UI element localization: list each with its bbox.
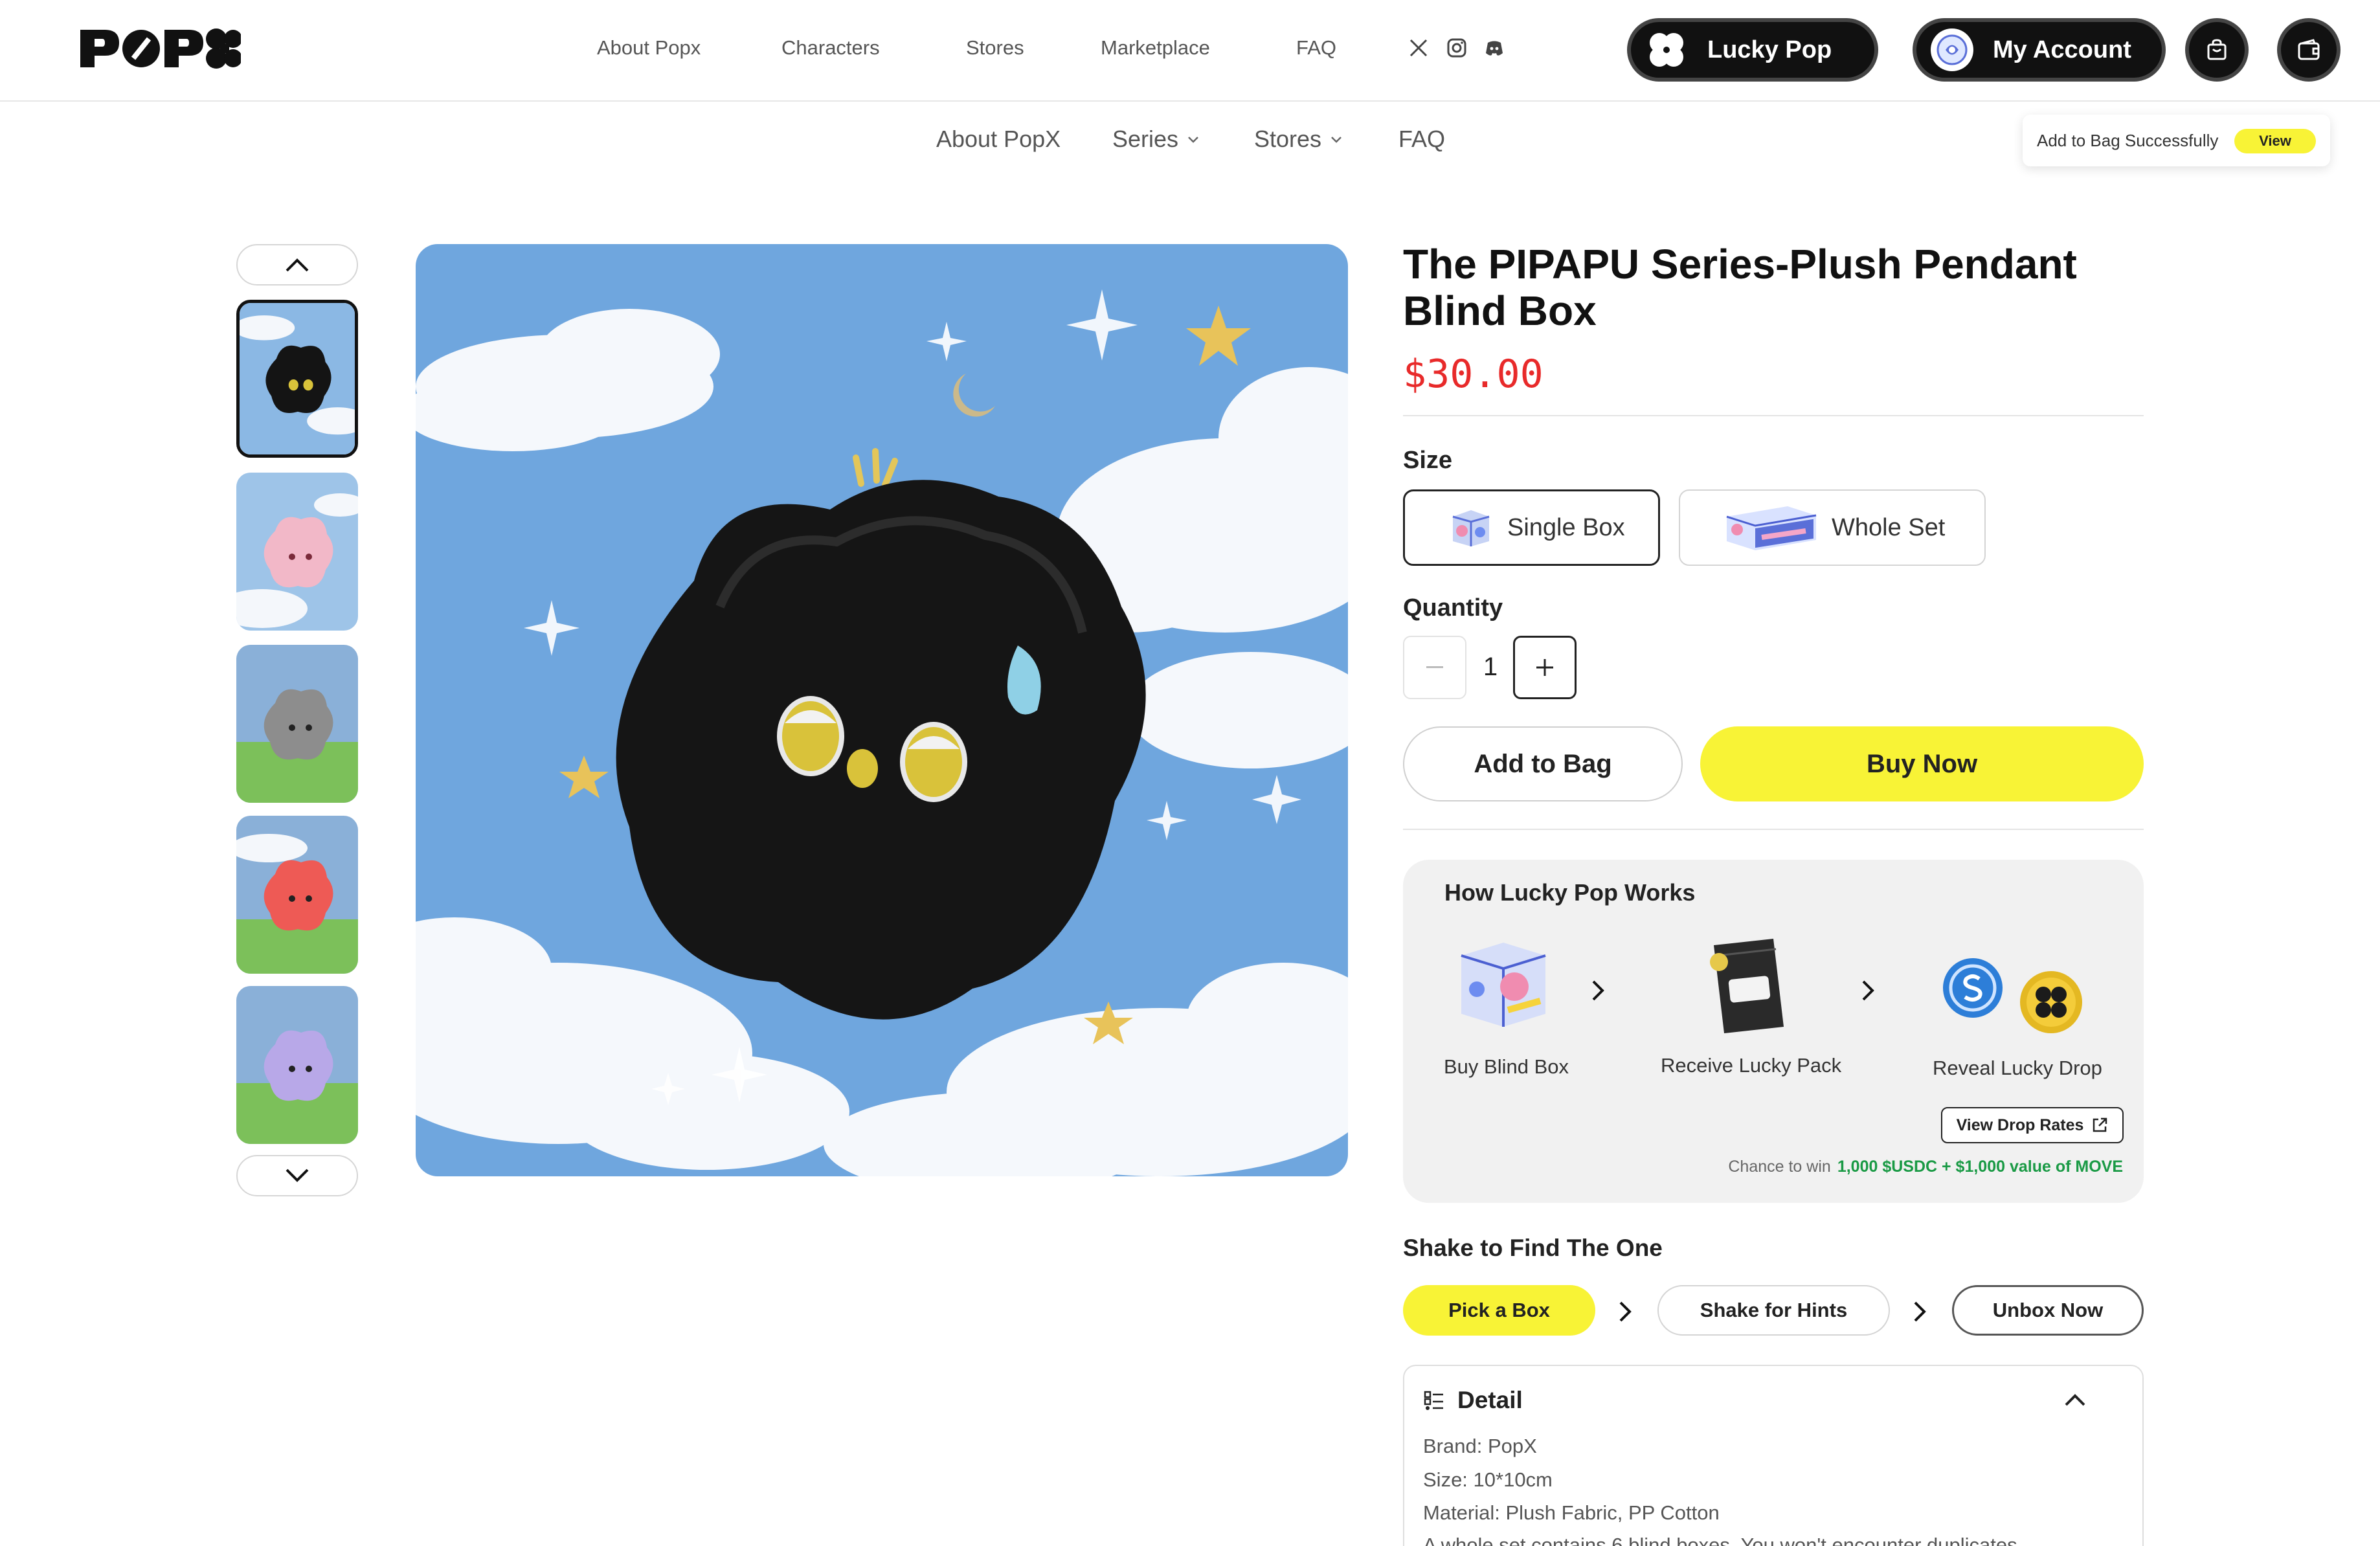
chance-prize: 1,000 $USDC + $1,000 value of MOVE <box>1837 1158 2123 1176</box>
subnav-series[interactable]: Series <box>1112 126 1200 153</box>
chevron-right-icon <box>1619 1301 1632 1322</box>
subnav-about-popx[interactable]: About PopX <box>936 126 1061 153</box>
popx-logo-mark <box>80 28 242 69</box>
chance-label: Chance to win <box>1728 1158 1831 1176</box>
step-buy-blind-box: Buy Blind Box <box>1444 1055 1569 1078</box>
view-drop-rates-button[interactable]: View Drop Rates <box>1941 1107 2124 1143</box>
quantity-decrease-button[interactable] <box>1403 636 1466 699</box>
chevron-up-icon <box>286 258 309 272</box>
nav-characters[interactable]: Characters <box>781 36 880 60</box>
instagram-icon[interactable] <box>1446 38 1467 58</box>
add-to-bag-button[interactable]: Add to Bag <box>1403 726 1683 801</box>
minus-icon <box>1426 666 1443 668</box>
size-option-whole-set-label: Whole Set <box>1832 513 1946 541</box>
wallet-button[interactable] <box>2277 18 2341 82</box>
thumbnail-gray[interactable] <box>236 645 358 803</box>
usdc-coin-icon <box>1943 958 2003 1018</box>
step-receive-lucky-pack: Receive Lucky Pack <box>1661 1054 1842 1077</box>
buy-now-button[interactable]: Buy Now <box>1700 726 2144 801</box>
chevron-right-icon <box>1862 980 1874 1001</box>
thumbnail-red[interactable] <box>236 816 358 974</box>
chance-to-win-text: Chance to win 1,000 $USDC + $1,000 value … <box>1728 1158 2123 1176</box>
add-to-bag-toast: Add to Bag Successfully View <box>2023 115 2330 166</box>
single-box-image <box>1452 510 1490 546</box>
thumbnail-pink-image <box>236 473 358 631</box>
chevron-right-icon <box>1914 1301 1926 1322</box>
detail-material: Material: Plush Fabric, PP Cotton <box>1423 1501 1720 1524</box>
lucky-pop-label: Lucky Pop <box>1707 36 1832 63</box>
thumbnail-black[interactable] <box>236 300 358 458</box>
toast-message: Add to Bag Successfully <box>2037 130 2219 150</box>
nav-about-popx[interactable]: About Popx <box>597 36 701 60</box>
detail-size: Size: 10*10cm <box>1423 1468 1553 1491</box>
list-icon <box>1424 1391 1443 1410</box>
thumbnail-purple-image <box>236 986 358 1144</box>
subnav-stores-label: Stores <box>1254 126 1322 152</box>
shake-section-title: Shake to Find The One <box>1403 1235 1663 1261</box>
lucky-pop-icon <box>1645 28 1688 71</box>
nav-stores[interactable]: Stores <box>966 36 1024 60</box>
shopping-bag-icon <box>2207 39 2227 60</box>
wallet-icon <box>2298 39 2320 60</box>
chevron-right-icon <box>1592 980 1604 1001</box>
divider <box>1403 829 2144 830</box>
x-icon[interactable] <box>1408 38 1429 58</box>
detail-panel: Detail Brand: PopX Size: 10*10cm Materia… <box>1403 1365 2144 1546</box>
subnav-series-label: Series <box>1112 126 1179 152</box>
external-link-icon <box>2093 1117 2107 1132</box>
chevron-down-icon <box>1188 137 1198 143</box>
popx-logo[interactable] <box>79 26 242 71</box>
size-option-single-box[interactable]: Single Box <box>1403 489 1660 566</box>
divider <box>1403 415 2144 416</box>
top-header: About Popx Characters Stores Marketplace… <box>0 0 2380 102</box>
thumbnail-scroll-down-button[interactable] <box>236 1155 358 1196</box>
chevron-down-icon <box>286 1169 309 1182</box>
size-option-whole-set[interactable]: Whole Set <box>1679 489 1986 566</box>
unbox-now-button[interactable]: Unbox Now <box>1952 1285 2144 1336</box>
size-option-single-box-label: Single Box <box>1507 513 1625 541</box>
chevron-up-icon[interactable] <box>2063 1393 2087 1407</box>
avatar <box>1931 28 1973 71</box>
blind-box-icon <box>1461 943 1546 1027</box>
my-account-label: My Account <box>1993 36 2131 63</box>
step-reveal-lucky-drop: Reveal Lucky Drop <box>1933 1057 2102 1079</box>
thumbnail-purple[interactable] <box>236 986 358 1144</box>
how-lucky-pop-works-title: How Lucky Pop Works <box>1444 879 1696 906</box>
detail-set-info: A whole set contains 6 blind boxes. You … <box>1423 1534 2023 1546</box>
my-account-button[interactable]: My Account <box>1913 18 2166 82</box>
product-price: $30.00 <box>1403 352 1544 397</box>
shake-for-hints-button[interactable]: Shake for Hints <box>1657 1285 1890 1336</box>
quantity-label: Quantity <box>1403 594 1503 622</box>
thumbnail-red-image <box>236 816 358 974</box>
toast-view-button[interactable]: View <box>2234 129 2316 153</box>
nav-marketplace[interactable]: Marketplace <box>1101 36 1210 60</box>
thumbnail-gray-image <box>236 645 358 803</box>
subnav-stores[interactable]: Stores <box>1254 126 1343 153</box>
chevron-down-icon <box>1331 137 1342 143</box>
size-label: Size <box>1403 447 1453 474</box>
thumbnail-scroll-up-button[interactable] <box>236 244 358 286</box>
view-drop-rates-label: View Drop Rates <box>1956 1115 2084 1134</box>
detail-header[interactable]: Detail <box>1424 1387 1523 1414</box>
product-title: The PIPAPU Series-Plush Pendant Blind Bo… <box>1403 241 2077 334</box>
plus-icon <box>1536 659 1553 676</box>
thumbnail-pink[interactable] <box>236 473 358 631</box>
pick-a-box-button[interactable]: Pick a Box <box>1403 1285 1595 1336</box>
whole-set-image <box>1726 506 1817 550</box>
lucky-pop-button[interactable]: Lucky Pop <box>1627 18 1878 82</box>
subnav-faq[interactable]: FAQ <box>1398 126 1445 153</box>
how-lucky-pop-works-card: How Lucky Pop Works Buy Blind Box Receiv… <box>1403 860 2144 1203</box>
lucky-pack-icon <box>1710 939 1784 1033</box>
quantity-value[interactable]: 1 <box>1477 653 1503 682</box>
quantity-increase-button[interactable] <box>1513 636 1577 699</box>
detail-title: Detail <box>1457 1387 1523 1413</box>
product-main-image <box>416 244 1348 1176</box>
nav-faq[interactable]: FAQ <box>1296 36 1336 60</box>
move-coin-icon <box>2020 971 2082 1033</box>
bag-button[interactable] <box>2185 18 2249 82</box>
discord-icon[interactable] <box>1484 38 1505 58</box>
thumbnail-black-image <box>240 303 355 454</box>
detail-brand: Brand: PopX <box>1423 1435 1537 1457</box>
